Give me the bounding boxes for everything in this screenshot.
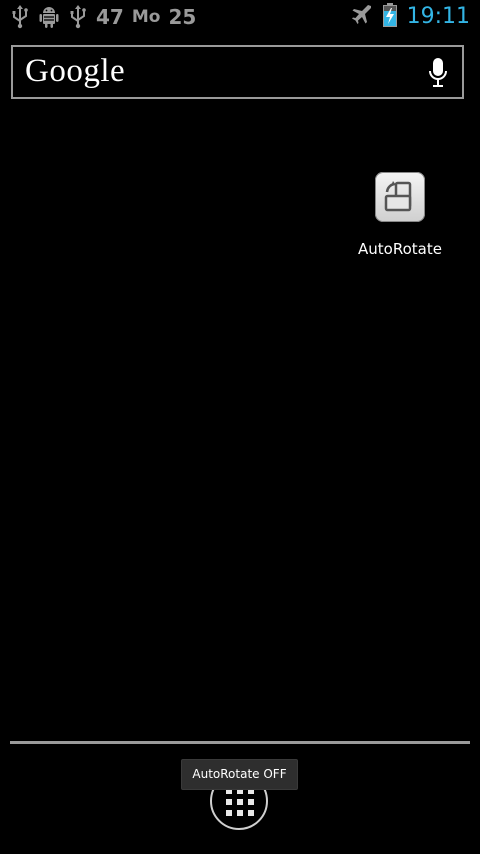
usb-icon xyxy=(10,5,30,29)
dock-divider xyxy=(10,741,470,744)
status-notifications: 47 Mo 25 xyxy=(10,4,196,30)
toast-message: AutoRotate OFF xyxy=(181,759,298,790)
battery-charging-icon xyxy=(382,3,397,31)
app-shortcut-autorotate[interactable]: AutoRotate xyxy=(350,172,450,268)
status-bar[interactable]: 47 Mo 25 19:11 xyxy=(0,0,480,34)
auto-rotate-icon[interactable] xyxy=(375,172,425,222)
status-clock: 19:11 xyxy=(406,4,470,29)
status-carrier-label: Mo xyxy=(131,7,161,27)
google-search-bar[interactable]: Google xyxy=(11,45,464,99)
app-label-autorotate: AutoRotate xyxy=(358,240,442,258)
status-date-number: 25 xyxy=(168,5,197,29)
airplane-mode-icon xyxy=(351,4,373,30)
status-number-47: 47 xyxy=(96,5,124,29)
usb-icon xyxy=(68,5,88,29)
mic-icon[interactable] xyxy=(428,58,448,92)
all-apps-icon xyxy=(226,788,254,816)
google-logo-text: Google xyxy=(25,53,126,89)
android-debug-icon xyxy=(38,5,60,29)
status-system-icons: 19:11 xyxy=(351,3,470,31)
